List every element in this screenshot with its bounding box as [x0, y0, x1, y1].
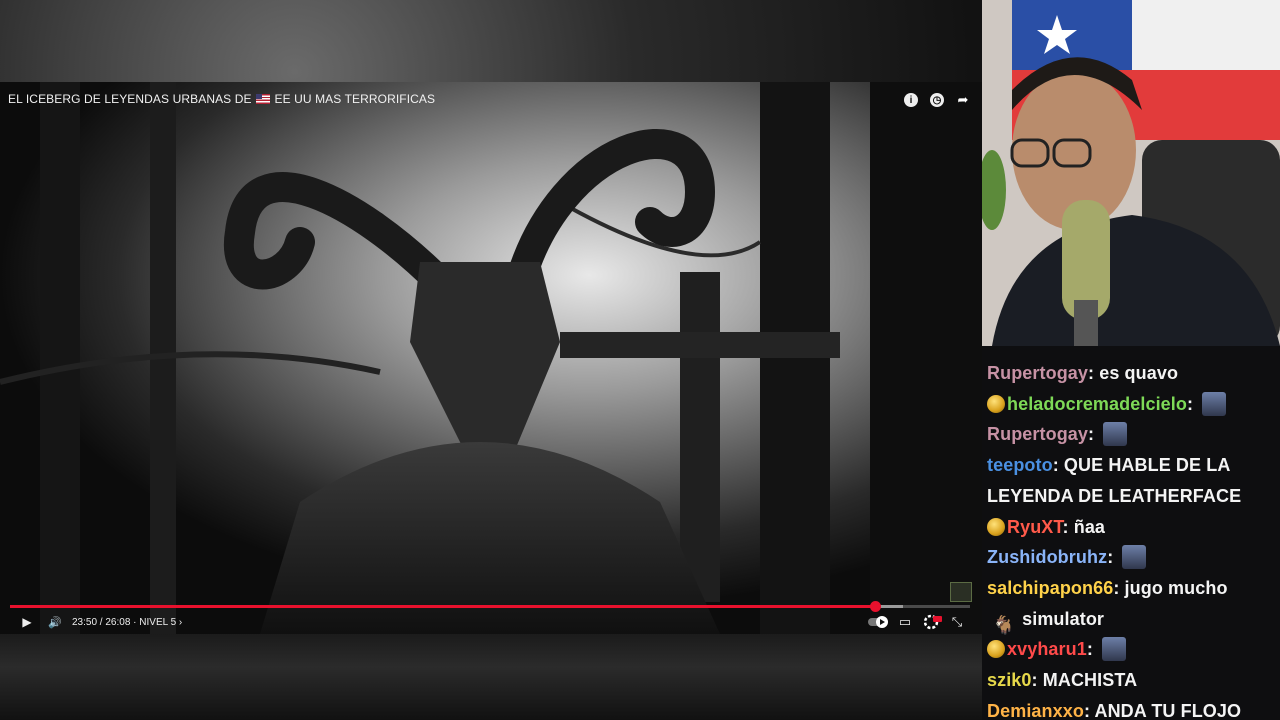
play-button[interactable]: ▶: [18, 612, 36, 632]
live-chat: Rupertogay: es quavo heladocremadelcielo:…: [982, 346, 1280, 720]
chat-text: es quavo: [1099, 363, 1179, 383]
chat-separator: :: [1088, 363, 1100, 383]
video-title: EL ICEBERG DE LEYENDAS URBANAS DE EE UU …: [8, 92, 435, 106]
volume-button[interactable]: 🔊: [46, 612, 64, 632]
chat-username[interactable]: Rupertogay: [987, 363, 1088, 383]
chat-separator: :: [1088, 424, 1100, 445]
info-icon[interactable]: i: [904, 93, 918, 107]
chat-separator: :: [1052, 455, 1064, 476]
chat-message: LEYENDA DE LEATHERFACE: [987, 481, 1241, 511]
chat-text: MACHISTA: [1042, 670, 1138, 690]
settings-gear-icon[interactable]: [922, 612, 944, 632]
chat-username[interactable]: Zushidobruhz: [987, 547, 1107, 567]
webcam-feed: [982, 0, 1280, 346]
chat-username[interactable]: Rupertogay: [987, 424, 1088, 444]
chat-username[interactable]: salchipapon66: [987, 578, 1113, 598]
chat-message: Rupertogay: es quavo: [987, 358, 1178, 388]
chat-username[interactable]: RyuXT: [1007, 517, 1063, 537]
time-display: 23:50 / 26:08 · NIVEL 5 ›: [72, 616, 183, 628]
chat-separator: :: [1107, 547, 1119, 568]
channel-watermark-icon[interactable]: [950, 582, 972, 602]
exit-fullscreen-button[interactable]: ⤡: [948, 612, 966, 632]
chat-emote-icon: [1102, 637, 1127, 662]
clock-icon[interactable]: ◷: [930, 93, 944, 107]
chat-text: ñaa: [1073, 516, 1106, 537]
chat-message: salchipapon66: jugo mucho: [987, 573, 1228, 603]
goat-emote-icon: 🐐: [992, 614, 1016, 635]
chat-message: RyuXT: ñaa: [987, 512, 1105, 542]
player-controls: ▶ 🔊 23:50 / 26:08 · NIVEL 5 › ▭ ⤡: [0, 612, 982, 632]
chat-emote-icon: [1122, 545, 1147, 570]
share-arrow-icon[interactable]: ➦: [954, 91, 972, 109]
video-title-suffix: EE UU MAS TERRORIFICAS: [274, 92, 436, 106]
chat-message: szik0: MACHISTA: [987, 665, 1137, 695]
chat-message: teepoto: QUE HABLE DE LA: [987, 450, 1230, 480]
chat-message: Demianxxo: ANDA TU FLOJO: [987, 696, 1241, 720]
chat-message: 🐐 simulator: [987, 604, 1105, 635]
chat-username[interactable]: teepoto: [987, 455, 1053, 475]
chat-message: heladocremadelcielo:: [987, 389, 1227, 419]
chat-separator: :: [1031, 670, 1043, 690]
chat-separator: :: [1186, 393, 1199, 414]
chat-text: ANDA TU FLOJO: [1094, 700, 1242, 720]
chat-emote-icon: [1103, 422, 1128, 447]
chat-text: LEYENDA DE LEATHERFACE: [987, 485, 1242, 506]
us-flag-icon: [256, 94, 271, 104]
chat-username[interactable]: szik0: [987, 670, 1032, 690]
progress-played: [10, 605, 876, 608]
subscriber-badge-icon: [987, 640, 1005, 659]
chat-text: jugo mucho: [1124, 577, 1228, 598]
chat-message: xvyharu1:: [987, 634, 1127, 664]
video-frame-goat-statue: [0, 82, 982, 634]
subscriber-badge-icon: [987, 517, 1005, 536]
chat-emote-icon: [1202, 391, 1227, 416]
autoplay-toggle[interactable]: [868, 612, 890, 632]
video-title-prefix: EL ICEBERG DE LEYENDAS URBANAS DE: [8, 92, 252, 106]
chat-text: simulator: [1022, 608, 1105, 629]
chat-separator: :: [1086, 639, 1099, 660]
chat-username[interactable]: heladocremadelcielo: [1007, 394, 1187, 414]
chat-username[interactable]: Demianxxo: [987, 701, 1084, 720]
chat-separator: :: [1062, 516, 1074, 537]
chat-separator: :: [1113, 577, 1125, 598]
subtitles-button[interactable]: ▭: [896, 612, 914, 632]
chat-text: QUE HABLE DE LA: [1063, 455, 1231, 476]
player-top-actions: i ◷ ➦: [902, 91, 972, 109]
chat-username[interactable]: xvyharu1: [1007, 639, 1087, 659]
progress-bar[interactable]: [10, 601, 970, 612]
video-player[interactable]: [0, 82, 982, 634]
chat-separator: :: [1083, 700, 1095, 720]
webcam-streamer-image: [982, 0, 1280, 346]
chat-message: Zushidobruhz:: [987, 542, 1147, 572]
subscriber-badge-icon: [987, 394, 1005, 413]
chat-message: Rupertogay:: [987, 419, 1128, 449]
